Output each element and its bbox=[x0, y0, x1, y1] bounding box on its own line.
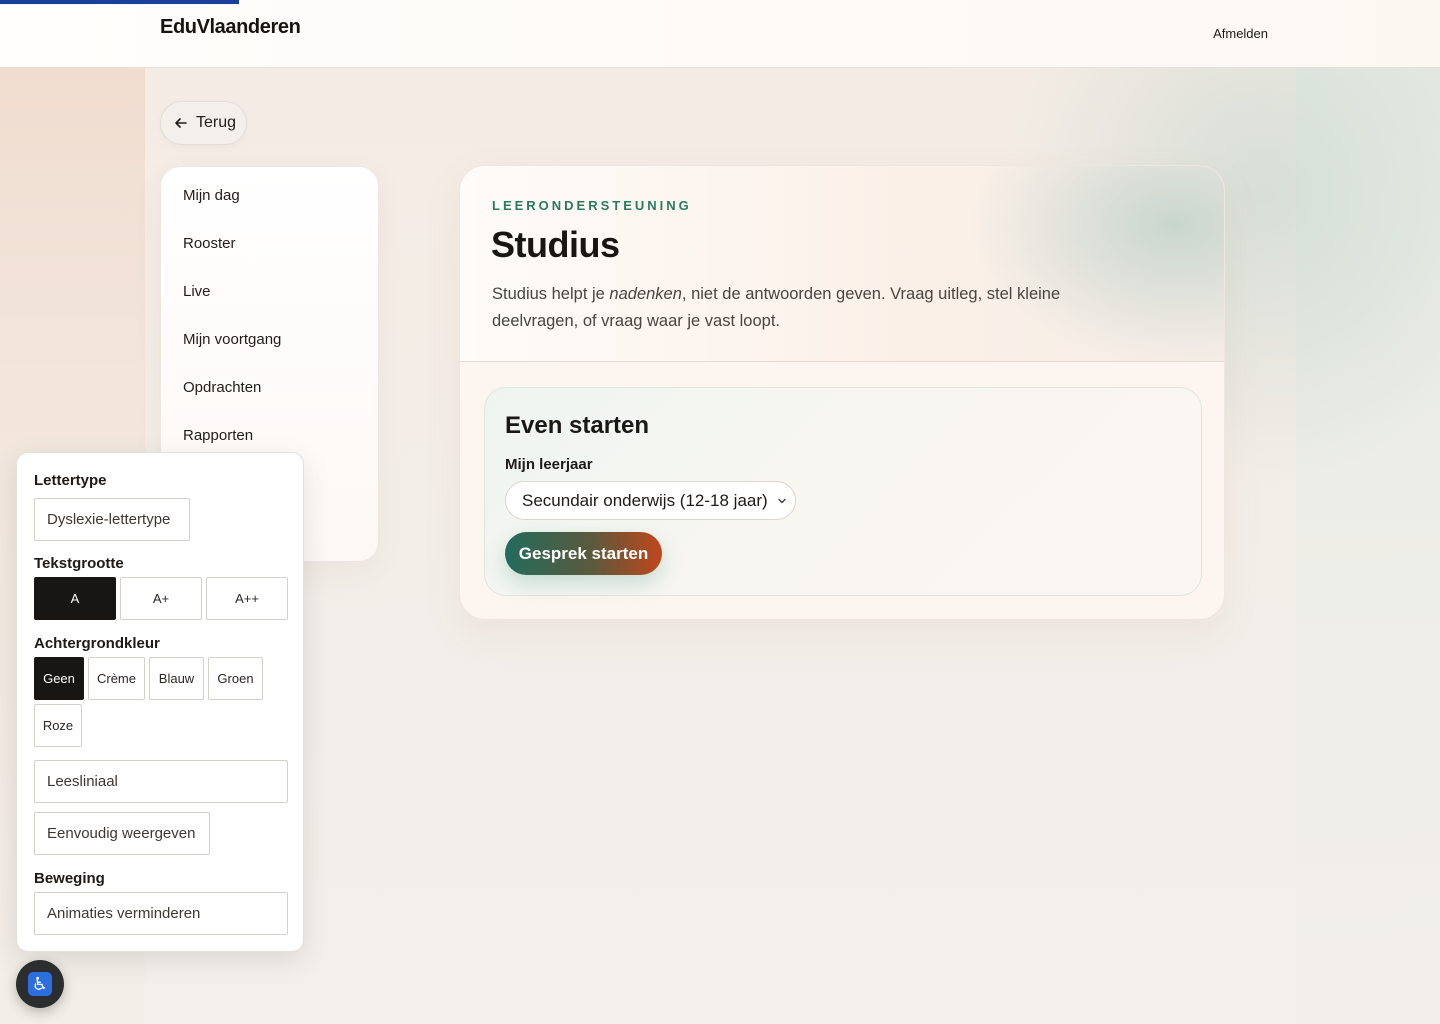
background-green-button[interactable]: Groen bbox=[208, 657, 263, 700]
grade-select-value: Secundair onderwijs (12-18 jaar) bbox=[522, 490, 768, 510]
text-size-label: Tekstgrootte bbox=[34, 555, 124, 572]
sidebar-item-mijn-voortgang[interactable]: Mijn voortgang bbox=[183, 331, 281, 348]
studius-card: LEERONDERSTEUNING Studius Studius helpt … bbox=[459, 165, 1225, 620]
back-button[interactable]: Terug bbox=[160, 101, 247, 145]
sidebar-item-rooster[interactable]: Rooster bbox=[183, 235, 236, 252]
page-progress-bar bbox=[0, 0, 1440, 4]
sidebar-item-opdrachten[interactable]: Opdrachten bbox=[183, 379, 261, 396]
background-color-label: Achtergrondkleur bbox=[34, 635, 160, 652]
back-button-label: Terug bbox=[196, 114, 237, 131]
sidebar-item-mijn-dag[interactable]: Mijn dag bbox=[183, 187, 240, 204]
text-size-a-plus-plus-button[interactable]: A++ bbox=[206, 577, 288, 620]
accessibility-toggle-button[interactable]: ♿ bbox=[16, 960, 64, 1008]
arrow-left-icon bbox=[175, 118, 187, 128]
simple-view-button[interactable]: Eenvoudig weergeven bbox=[34, 812, 210, 855]
background-pink-button[interactable]: Roze bbox=[34, 704, 82, 747]
background-none-button[interactable]: Geen bbox=[34, 657, 84, 700]
start-panel: Even starten Mijn leerjaar Secundair ond… bbox=[484, 387, 1202, 596]
description-text-start: Studius helpt je bbox=[492, 285, 610, 303]
start-title: Even starten bbox=[505, 412, 650, 439]
background-creme-button[interactable]: Crème bbox=[88, 657, 145, 700]
dyslexia-font-button[interactable]: Dyslexie-lettertype bbox=[34, 498, 190, 541]
font-label: Lettertype bbox=[34, 472, 107, 489]
logout-link[interactable]: Afmelden bbox=[1213, 26, 1268, 41]
page-description: Studius helpt je nadenken, niet de antwo… bbox=[492, 281, 1112, 335]
chevron-down-icon bbox=[778, 498, 786, 504]
background-blue-button[interactable]: Blauw bbox=[149, 657, 204, 700]
reduce-animations-button[interactable]: Animaties verminderen bbox=[34, 892, 288, 935]
page-title: Studius bbox=[491, 224, 620, 265]
card-hero: LEERONDERSTEUNING Studius Studius helpt … bbox=[460, 166, 1224, 362]
start-conversation-button[interactable]: Gesprek starten bbox=[505, 532, 662, 575]
top-header: EduVlaanderen Afmelden bbox=[0, 0, 1440, 68]
motion-label: Beweging bbox=[34, 870, 105, 887]
accessibility-panel: Lettertype Dyslexie-lettertype Tekstgroo… bbox=[16, 452, 304, 952]
accessibility-icon: ♿ bbox=[28, 972, 52, 996]
grade-select[interactable]: Secundair onderwijs (12-18 jaar) bbox=[505, 481, 796, 520]
reading-ruler-button[interactable]: Leesliniaal bbox=[34, 760, 288, 803]
description-emphasis: nadenken bbox=[609, 285, 682, 303]
grade-label: Mijn leerjaar bbox=[505, 456, 593, 473]
sidebar-item-live[interactable]: Live bbox=[183, 283, 211, 300]
section-eyebrow: LEERONDERSTEUNING bbox=[492, 198, 692, 213]
brand-logo[interactable]: EduVlaanderen bbox=[160, 16, 301, 39]
page-progress-fill bbox=[0, 0, 240, 4]
text-size-a-plus-button[interactable]: A+ bbox=[120, 577, 202, 620]
sidebar-item-rapporten[interactable]: Rapporten bbox=[183, 427, 253, 444]
text-size-a-button[interactable]: A bbox=[34, 577, 116, 620]
